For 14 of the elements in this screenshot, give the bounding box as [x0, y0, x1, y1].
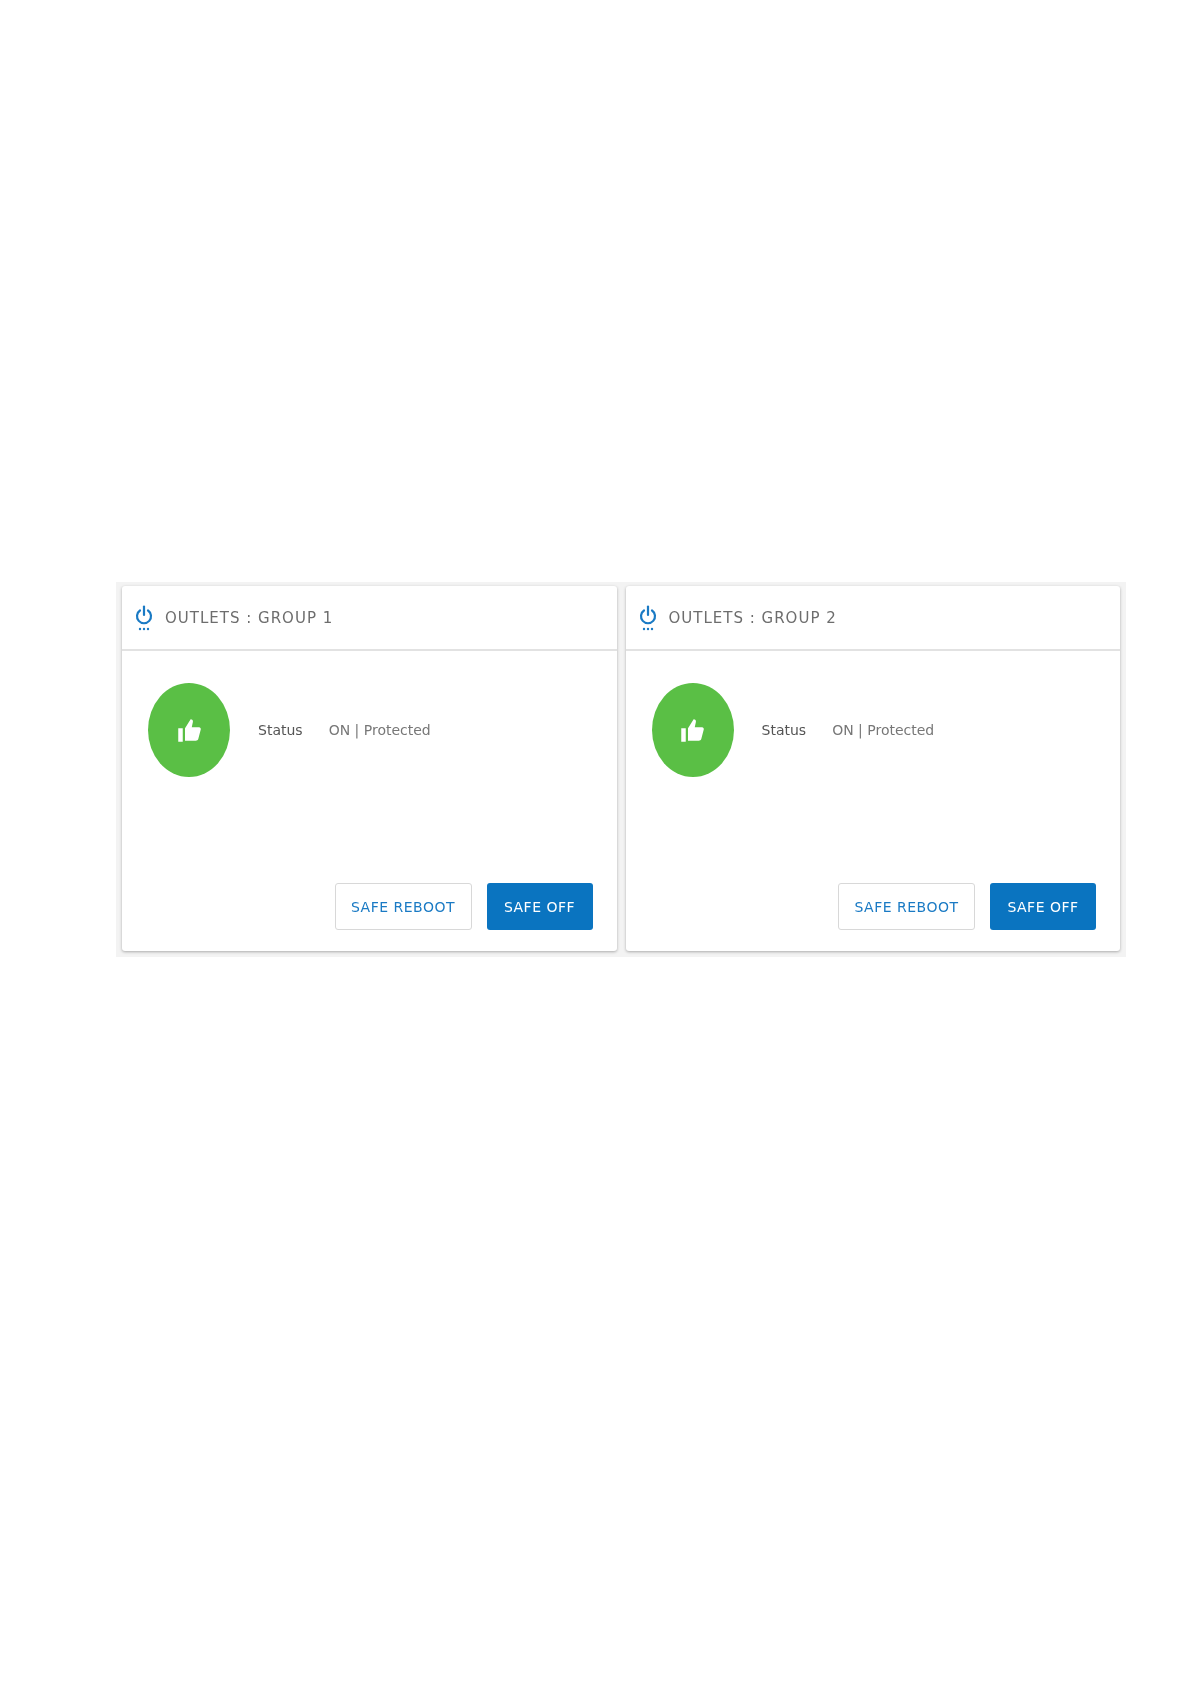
power-icon	[134, 603, 154, 632]
status-label: Status	[258, 722, 303, 738]
card-title: OUTLETS : GROUP 2	[668, 608, 837, 627]
safe-reboot-button[interactable]: SAFE REBOOT	[838, 883, 975, 930]
safe-off-button[interactable]: SAFE OFF	[990, 883, 1096, 930]
thumbs-up-icon	[175, 716, 203, 744]
thumbs-up-icon	[679, 716, 706, 744]
card-title: OUTLETS : GROUP 1	[165, 608, 334, 627]
status-value: ON | Protected	[328, 722, 431, 738]
power-icon	[637, 603, 658, 632]
safe-off-button[interactable]: SAFE OFF	[486, 883, 593, 930]
status-value: ON | Protected	[832, 722, 935, 738]
status-label: Status	[761, 722, 807, 738]
safe-reboot-button[interactable]: SAFE REBOOT	[334, 883, 472, 930]
